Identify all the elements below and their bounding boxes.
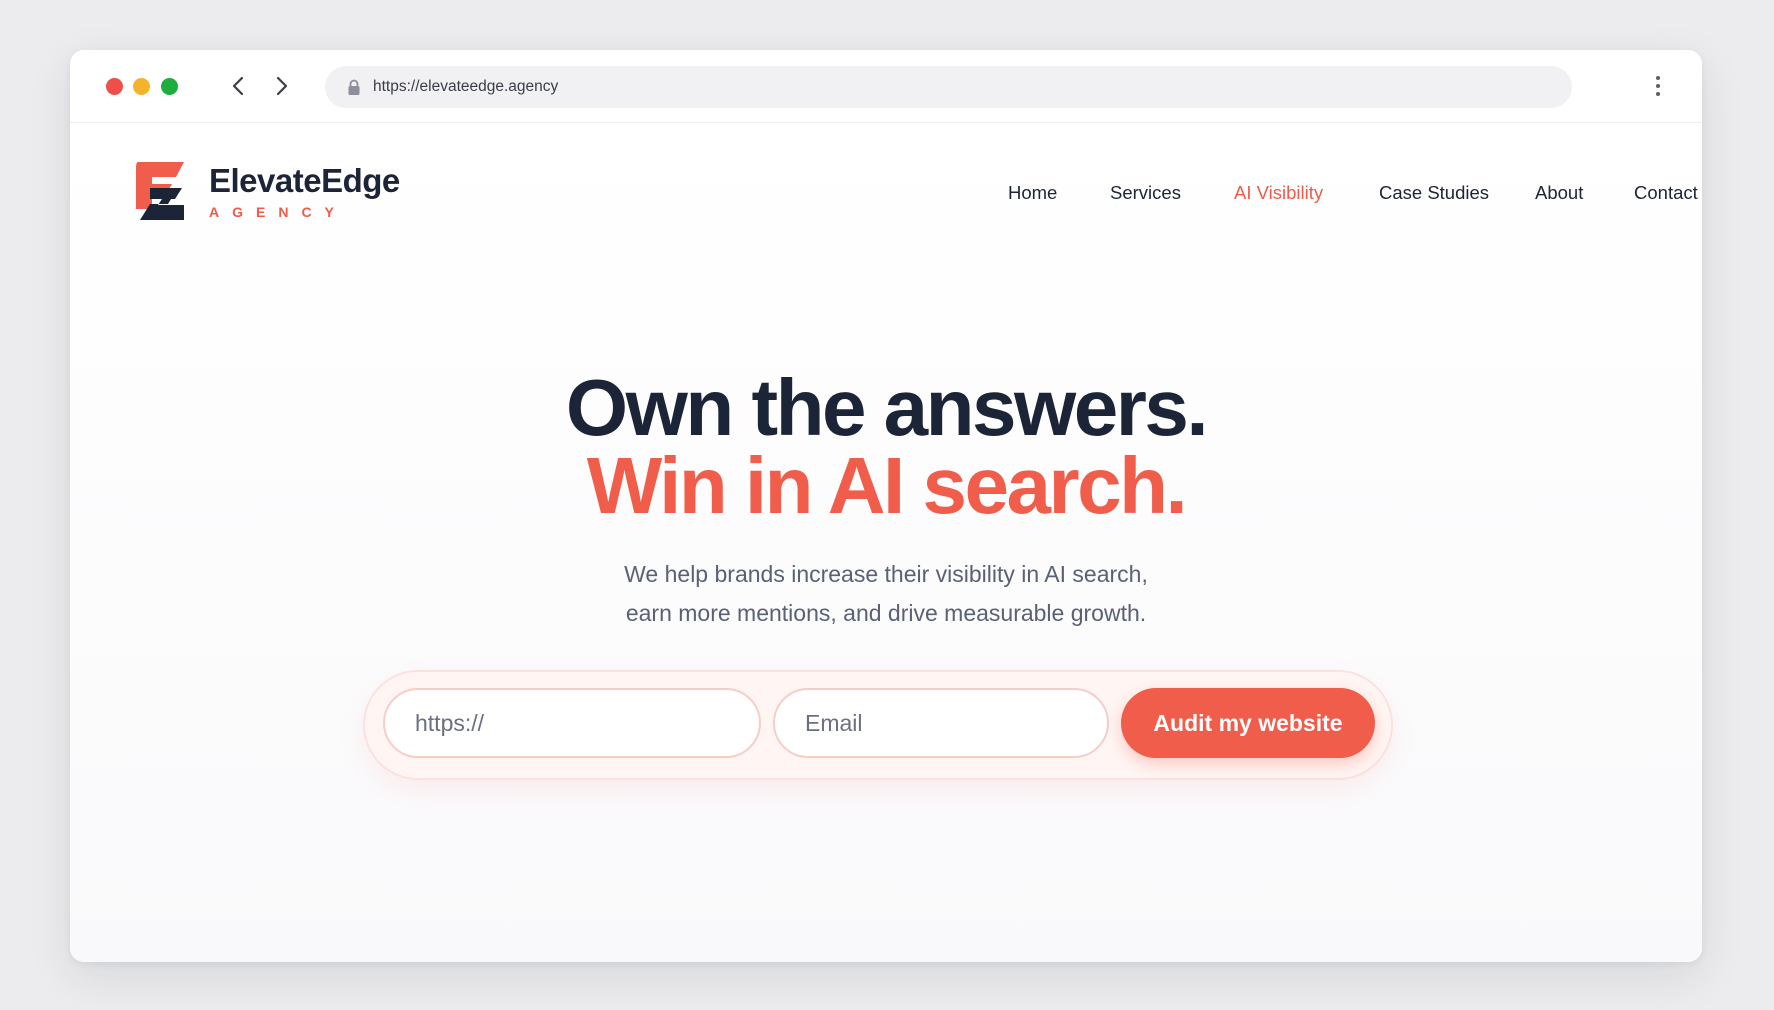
hero-subtitle-line-1: We help brands increase their visibility…: [624, 561, 1148, 587]
elevateedge-logo-icon: [136, 162, 184, 220]
back-button[interactable]: [220, 68, 256, 104]
browser-toolbar: https://elevateedge.agency: [70, 50, 1702, 123]
brand-logo[interactable]: ElevateEdge AGENCY: [128, 159, 400, 223]
audit-form: Audit my website: [365, 672, 1391, 778]
address-bar[interactable]: https://elevateedge.agency: [325, 66, 1572, 108]
nav-home[interactable]: Home: [1008, 178, 1057, 208]
page-content: ElevateEdge AGENCY Home Services AI Visi…: [70, 123, 1702, 962]
nav-contact[interactable]: Contact: [1634, 178, 1698, 208]
brand-subtitle: AGENCY: [209, 203, 347, 220]
hero-heading-line-1: Own the answers.: [565, 363, 1209, 452]
nav-ai-visibility[interactable]: AI Visibility: [1234, 178, 1323, 208]
browser-window: https://elevateedge.agency ElevateEdge A…: [70, 50, 1702, 962]
url-text: https://elevateedge.agency: [373, 78, 559, 95]
hero-heading-line-2: Win in AI search.: [586, 441, 1188, 530]
nav-about[interactable]: About: [1535, 178, 1583, 208]
lock-icon: [347, 78, 361, 96]
email-input[interactable]: [773, 688, 1109, 758]
nav-services[interactable]: Services: [1110, 178, 1181, 208]
close-window-button[interactable]: [106, 78, 123, 95]
nav-case-studies[interactable]: Case Studies: [1379, 178, 1489, 208]
minimize-window-button[interactable]: [133, 78, 150, 95]
chevron-right-icon: [276, 76, 288, 96]
maximize-window-button[interactable]: [161, 78, 178, 95]
forward-button[interactable]: [264, 68, 300, 104]
chevron-left-icon: [232, 76, 244, 96]
website-url-input[interactable]: [383, 688, 761, 758]
more-options-icon[interactable]: [1646, 70, 1670, 102]
brand-name: ElevateEdge: [209, 161, 400, 199]
audit-website-button[interactable]: Audit my website: [1121, 688, 1375, 758]
hero-subtitle-line-2: earn more mentions, and drive measurable…: [625, 600, 1147, 626]
